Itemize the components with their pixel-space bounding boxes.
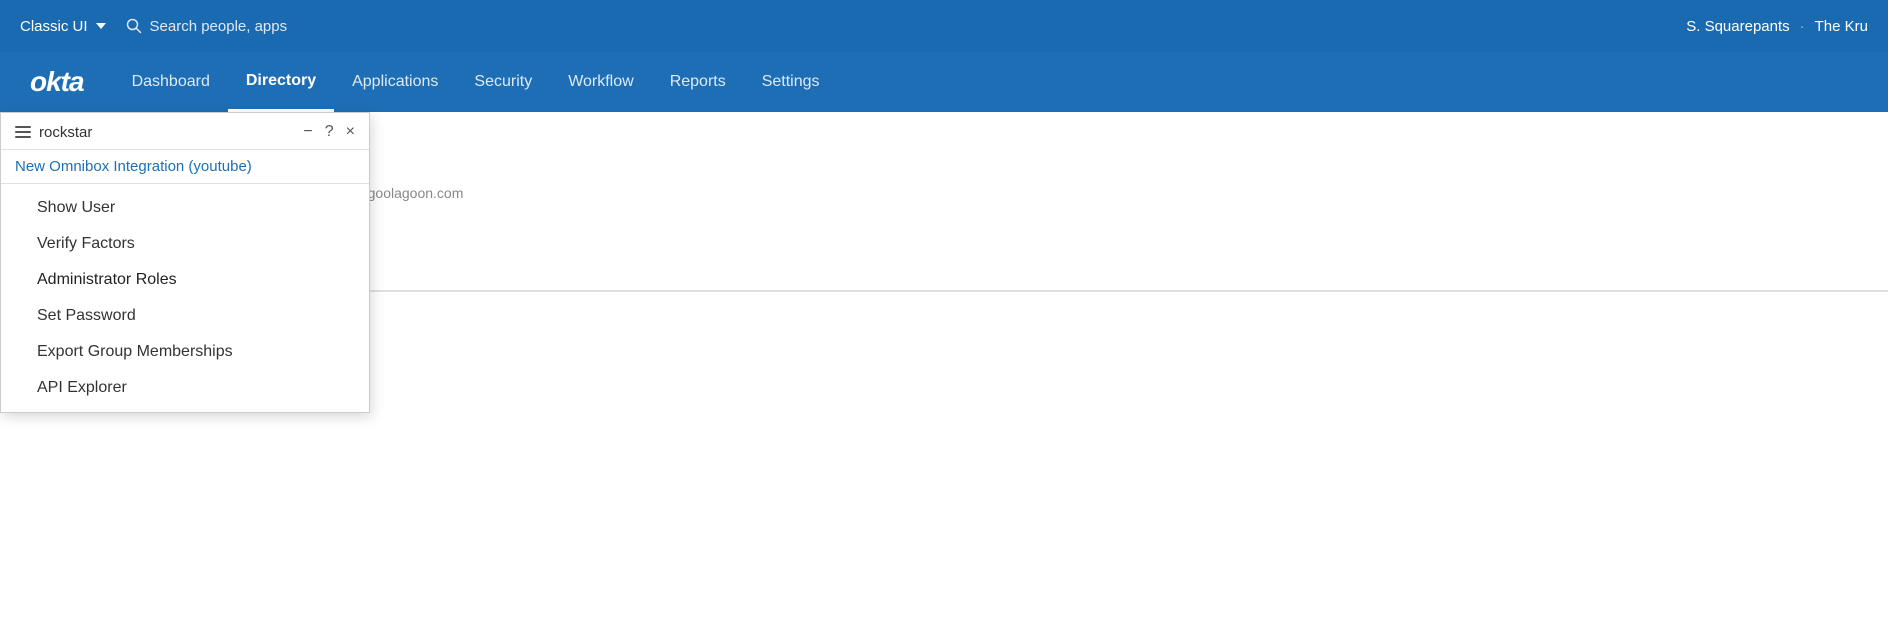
classic-ui-dropdown-icon <box>96 23 106 29</box>
dropdown-header-icons: − ? × <box>303 123 355 141</box>
close-button[interactable]: × <box>346 123 355 141</box>
nav-item-reports[interactable]: Reports <box>652 52 744 112</box>
content-area: Larry Lobster larry@goolagoon.com, email… <box>0 112 1888 620</box>
user-name-label[interactable]: S. Squarepants <box>1686 18 1789 35</box>
classic-ui-button[interactable]: Classic UI <box>20 18 106 35</box>
separator: · <box>1800 18 1805 35</box>
nav-item-applications[interactable]: Applications <box>334 52 456 112</box>
menu-item-export-group-memberships[interactable]: Export Group Memberships <box>1 334 369 370</box>
dropdown-menu: rockstar − ? × New Omnibox Integration (… <box>0 112 370 413</box>
top-bar: Classic UI Search people, apps S. Square… <box>0 0 1888 52</box>
top-bar-left: Classic UI Search people, apps <box>20 18 287 35</box>
search-bar[interactable]: Search people, apps <box>126 18 288 35</box>
nav-item-settings[interactable]: Settings <box>744 52 838 112</box>
set-password-label: Set Password <box>37 307 136 325</box>
menu-item-set-password[interactable]: Set Password <box>1 298 369 334</box>
menu-items-list: Show User Verify Factors Administrator R… <box>1 184 369 412</box>
omnibox-integration-link[interactable]: New Omnibox Integration (youtube) <box>1 150 369 184</box>
kru-label[interactable]: The Kru <box>1815 18 1868 35</box>
search-icon <box>126 18 142 34</box>
search-placeholder: Search people, apps <box>150 18 288 35</box>
nav-bar: okta Dashboard Directory Applications Se… <box>0 52 1888 112</box>
api-explorer-label: API Explorer <box>37 379 127 397</box>
nav-item-security[interactable]: Security <box>456 52 550 112</box>
nav-item-directory[interactable]: Directory <box>228 52 334 112</box>
administrator-roles-label: Administrator Roles <box>37 271 177 289</box>
nav-item-dashboard[interactable]: Dashboard <box>114 52 228 112</box>
classic-ui-label: Classic UI <box>20 18 88 35</box>
show-user-label: Show User <box>37 199 115 217</box>
menu-item-administrator-roles[interactable]: Administrator Roles <box>1 262 369 298</box>
menu-item-show-user[interactable]: Show User <box>1 190 369 226</box>
menu-item-verify-factors[interactable]: Verify Factors <box>1 226 369 262</box>
verify-factors-label: Verify Factors <box>37 235 135 253</box>
nav-item-workflow[interactable]: Workflow <box>550 52 652 112</box>
export-group-memberships-label: Export Group Memberships <box>37 343 233 361</box>
nav-items: Dashboard Directory Applications Securit… <box>114 52 838 112</box>
minimize-button[interactable]: − <box>303 123 312 141</box>
top-bar-right: S. Squarepants · The Kru <box>1686 18 1868 35</box>
dropdown-app-name: rockstar <box>39 124 92 141</box>
dropdown-header: rockstar − ? × <box>1 113 369 150</box>
hamburger-icon[interactable] <box>15 126 31 138</box>
dropdown-title-row: rockstar <box>15 124 92 141</box>
okta-logo: okta <box>30 66 84 98</box>
menu-item-api-explorer[interactable]: API Explorer <box>1 370 369 406</box>
help-button[interactable]: ? <box>325 123 334 141</box>
